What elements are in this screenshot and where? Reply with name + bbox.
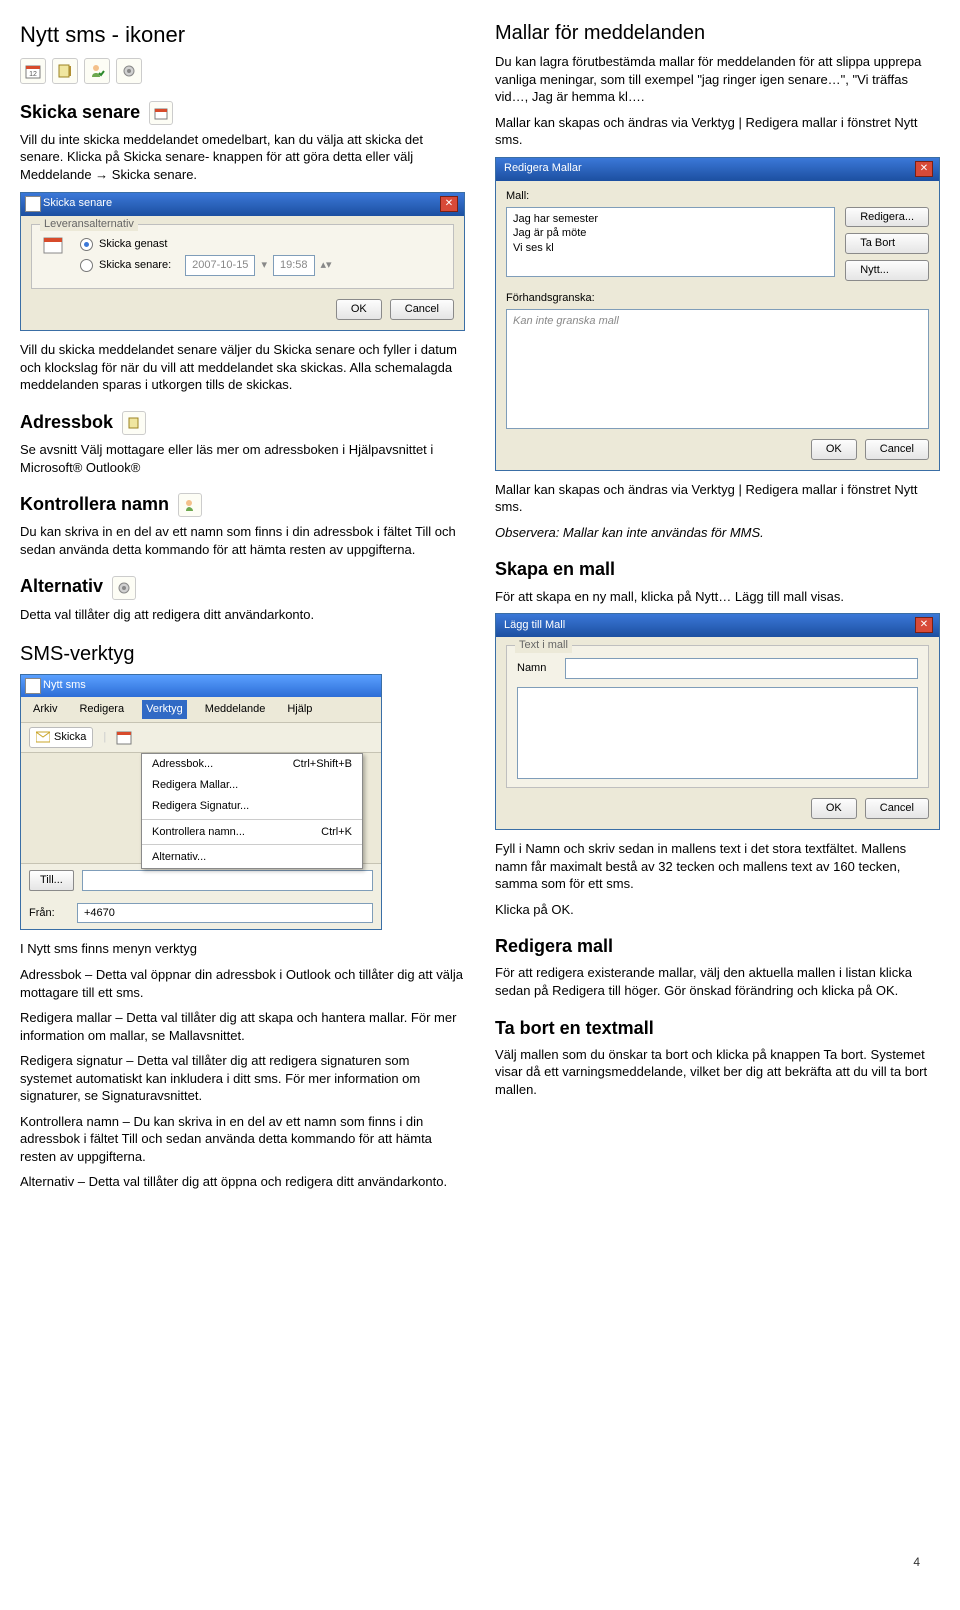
namn-input[interactable]: [565, 658, 918, 679]
calendar-icon: [42, 233, 64, 255]
alternativ-heading: Alternativ: [20, 574, 465, 599]
fran-input[interactable]: +4670: [77, 903, 373, 924]
till-input[interactable]: [82, 870, 373, 891]
cancel-button[interactable]: Cancel: [865, 798, 929, 819]
preview-box: Kan inte granska mall: [506, 309, 929, 429]
verktyg-alternativ: Alternativ – Detta val tillåter dig att …: [20, 1173, 465, 1191]
menu-verktyg[interactable]: Verktyg: [142, 700, 187, 719]
namn-label: Namn: [517, 661, 557, 676]
nytt-button[interactable]: Nytt...: [845, 260, 929, 281]
observera-text: Observera: Mallar kan inte användas för …: [495, 524, 940, 542]
menu-item-kontrollera-namn[interactable]: Kontrollera namn... Ctrl+K: [142, 822, 362, 843]
list-item[interactable]: Jag har semester: [513, 212, 828, 227]
verktyg-dropdown: Adressbok... Ctrl+Shift+B Redigera Malla…: [141, 753, 363, 869]
time-field[interactable]: 19:58: [273, 255, 315, 276]
kontrollera-namn-text: Du kan skriva in en del av ett namn som …: [20, 523, 465, 558]
verktyg-redigera-mallar: Redigera mallar – Detta val tillåter dig…: [20, 1009, 465, 1044]
mallar-intro: Du kan lagra förutbestämda mallar för me…: [495, 53, 940, 106]
gear-icon: [112, 576, 136, 600]
dialog-lagg-till-mall: Lägg till Mall ✕ Text i mall Namn OK Can…: [495, 613, 940, 830]
gear-icon: [116, 58, 142, 84]
mallar-heading: Mallar för meddelanden: [495, 20, 940, 47]
radio-skicka-genast[interactable]: Skicka genast: [80, 237, 443, 252]
list-item[interactable]: Jag är på möte: [513, 226, 828, 241]
close-icon[interactable]: ✕: [915, 161, 933, 177]
envelope-icon: [36, 731, 50, 743]
person-check-icon: [84, 58, 110, 84]
menu-item-adressbok[interactable]: Adressbok... Ctrl+Shift+B: [142, 754, 362, 775]
mall-listbox[interactable]: Jag har semester Jag är på möte Vi ses k…: [506, 207, 835, 277]
verktyg-intro: I Nytt sms finns menyn verktyg: [20, 940, 465, 958]
list-item[interactable]: Vi ses kl: [513, 241, 828, 256]
toolbar-skicka-button[interactable]: Skicka: [29, 727, 93, 748]
verktyg-adressbok: Adressbok – Detta val öppnar din adressb…: [20, 966, 465, 1001]
menu-item-redigera-mallar[interactable]: Redigera Mallar...: [142, 775, 362, 796]
till-button[interactable]: Till...: [29, 870, 74, 891]
calendar-icon: [149, 101, 173, 125]
menu-arkiv[interactable]: Arkiv: [29, 700, 61, 719]
tabort-mall-heading: Ta bort en textmall: [495, 1016, 940, 1040]
menu-redigera[interactable]: Redigera: [75, 700, 128, 719]
mall-text-input[interactable]: [517, 687, 918, 779]
tabort-button[interactable]: Ta Bort: [845, 233, 929, 254]
dialog-title: Redigera Mallar: [504, 161, 582, 176]
toolbar-icons: 12: [20, 58, 465, 84]
adressbok-text: Se avsnitt Välj mottagare eller läs mer …: [20, 441, 465, 476]
radio-skicka-senare[interactable]: Skicka senare: 2007-10-15 ▾ 19:58 ▴▾: [80, 255, 443, 276]
mallar-via-verktyg: Mallar kan skapas och ändras via Verktyg…: [495, 114, 940, 149]
mallar-via-verktyg-2: Mallar kan skapas och ändras via Verktyg…: [495, 481, 940, 516]
dialog-title: Lägg till Mall: [504, 618, 565, 633]
svg-text:12: 12: [29, 71, 37, 78]
klicka-ok-text: Klicka på OK.: [495, 901, 940, 919]
close-icon[interactable]: ✕: [915, 617, 933, 633]
menu-meddelande[interactable]: Meddelande: [201, 700, 270, 719]
calendar-icon[interactable]: [116, 729, 132, 745]
cancel-button[interactable]: Cancel: [865, 439, 929, 460]
dialog-redigera-mallar: Redigera Mallar ✕ Mall: Jag har semester…: [495, 157, 940, 471]
page-heading-left: Nytt sms - ikoner: [20, 20, 465, 50]
ok-button[interactable]: OK: [336, 299, 382, 320]
menubar: Arkiv Redigera Verktyg Meddelande Hjälp: [21, 697, 381, 723]
sms-verktyg-heading: SMS-verktyg: [20, 641, 465, 668]
skapa-mall-text: För att skapa en ny mall, klicka på Nytt…: [495, 588, 940, 606]
verktyg-redigera-signatur: Redigera signatur – Detta val tillåter d…: [20, 1052, 465, 1105]
kontrollera-namn-heading: Kontrollera namn: [20, 492, 465, 517]
preview-label: Förhandsgranska:: [506, 291, 929, 306]
fill-name-text: Fyll i Namn och skriv sedan in mallens t…: [495, 840, 940, 893]
calendar-icon: 12: [20, 58, 46, 84]
skapa-mall-heading: Skapa en mall: [495, 557, 940, 581]
redigera-button[interactable]: Redigera...: [845, 207, 929, 228]
date-field[interactable]: 2007-10-15: [185, 255, 255, 276]
page-number: 4: [913, 1554, 920, 1570]
menu-item-redigera-signatur[interactable]: Redigera Signatur...: [142, 796, 362, 817]
verktyg-kontrollera-namn: Kontrollera namn – Du kan skriva in en d…: [20, 1113, 465, 1166]
skicka-senare-text: Vill du inte skicka meddelandet omedelba…: [20, 131, 465, 184]
cancel-button[interactable]: Cancel: [390, 299, 454, 320]
addressbook-icon: [122, 411, 146, 435]
mall-label: Mall:: [506, 189, 929, 204]
adressbok-heading: Adressbok: [20, 410, 465, 435]
fran-label: Från:: [29, 906, 69, 921]
dialog-skicka-senare: Skicka senare ✕ Leveransalternativ Skick…: [20, 192, 465, 332]
ok-button[interactable]: OK: [811, 439, 857, 460]
text-i-mall-label: Text i mall: [515, 638, 572, 653]
group-label: Leveransalternativ: [40, 217, 138, 232]
close-icon[interactable]: ✕: [440, 196, 458, 212]
tabort-mall-text: Välj mallen som du önskar ta bort och kl…: [495, 1046, 940, 1099]
after-dialog-text: Vill du skicka meddelandet senare väljer…: [20, 341, 465, 394]
ok-button[interactable]: OK: [811, 798, 857, 819]
redigera-mall-heading: Redigera mall: [495, 934, 940, 958]
skicka-senare-heading: Skicka senare: [20, 100, 465, 125]
menu-hjalp[interactable]: Hjälp: [283, 700, 316, 719]
window-title: Nytt sms: [43, 678, 86, 693]
alternativ-text: Detta val tillåter dig att redigera ditt…: [20, 606, 465, 624]
person-check-icon: [178, 493, 202, 517]
dialog-icon: [25, 196, 41, 212]
app-icon: [25, 678, 41, 694]
dialog-title: Skicka senare: [43, 196, 112, 211]
redigera-mall-text: För att redigera existerande mallar, väl…: [495, 964, 940, 999]
window-nytt-sms: Nytt sms Arkiv Redigera Verktyg Meddelan…: [20, 674, 382, 930]
addressbook-icon: [52, 58, 78, 84]
menu-item-alternativ[interactable]: Alternativ...: [142, 847, 362, 868]
